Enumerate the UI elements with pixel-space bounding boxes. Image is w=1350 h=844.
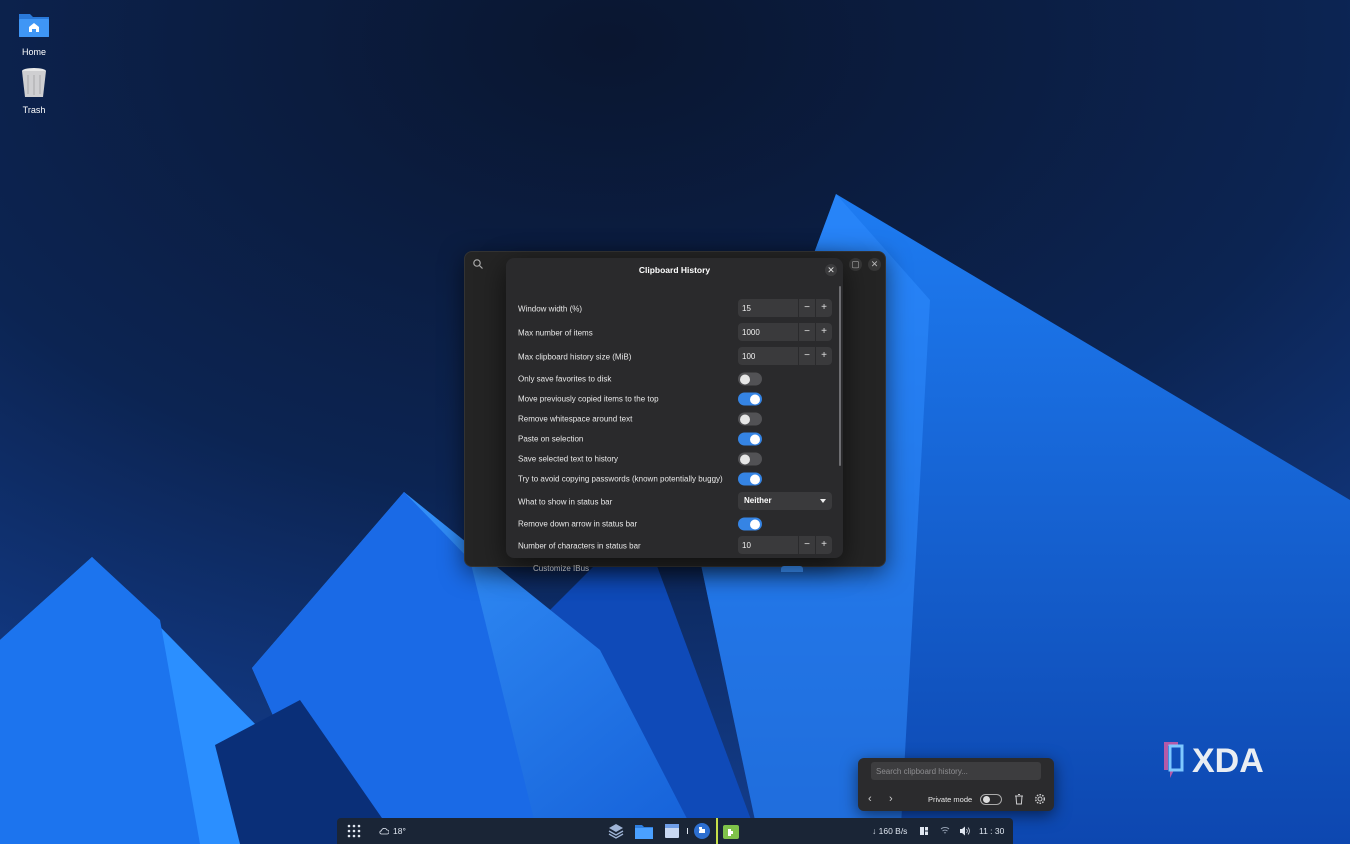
setting-avoid-passwords: Try to avoid copying passwords (known po… [518,469,832,489]
running-indicator [687,828,688,834]
setting-remove-down-arrow: Remove down arrow in status bar [518,514,832,534]
setting-label: Only save favorites to disk [518,374,612,384]
setting-save-selected-text: Save selected text to history [518,449,832,469]
setting-label: Max clipboard history size (MiB) [518,352,632,362]
spin-value[interactable]: 10 [738,541,798,550]
desktop-icon-label: Trash [22,105,46,115]
maximize-icon[interactable]: ▢ [849,258,862,271]
chevron-down-icon [820,499,826,503]
weather-temperature: 18° [393,826,406,836]
search-icon[interactable] [472,258,484,270]
spin-value[interactable]: 15 [738,304,798,313]
increment-button[interactable]: + [815,536,832,554]
folder-home-icon [19,14,49,37]
setting-label: Number of characters in status bar [518,541,641,551]
window-width-spinbutton[interactable]: 15 − + [738,299,832,317]
setting-max-items: Max number of items 1000 − + [518,323,832,343]
status-bar-display-dropdown[interactable]: Neither [738,492,832,510]
setting-max-history-size: Max clipboard history size (MiB) 100 − + [518,347,832,367]
xda-watermark-logo: XDA [1164,742,1264,780]
setting-label: Move previously copied items to the top [518,394,659,404]
max-history-size-spinbutton[interactable]: 100 − + [738,347,832,365]
private-mode-toggle[interactable] [980,794,1002,805]
dropdown-value: Neither [744,496,772,505]
wifi-icon[interactable] [940,818,950,844]
network-speed-indicator[interactable]: ↓ 160 B/s [872,818,907,844]
setting-label: Remove whitespace around text [518,414,633,424]
increment-button[interactable]: + [815,323,832,341]
increment-button[interactable]: + [815,299,832,317]
extensions-app-icon[interactable] [693,822,711,840]
customize-ibus-toggle[interactable] [781,566,803,572]
setting-move-to-top: Move previously copied items to the top [518,389,832,409]
cloud-icon [379,828,389,835]
setting-label: What to show in status bar [518,497,613,507]
setting-remove-whitespace: Remove whitespace around text [518,409,832,429]
setting-label: Paste on selection [518,434,584,444]
extension-manager-app-icon[interactable] [722,822,740,840]
app-grid-icon[interactable] [347,818,361,844]
dialog-title: Clipboard History [638,265,711,275]
setting-status-bar-display: What to show in status bar Neither [518,492,832,512]
setting-label: Save selected text to history [518,454,619,464]
decrement-button[interactable]: − [798,323,815,341]
move-to-top-toggle[interactable] [738,392,762,406]
private-mode-label: Private mode [928,795,973,804]
decrement-button[interactable]: − [798,299,815,317]
setting-label: Remove down arrow in status bar [518,519,638,529]
only-save-favorites-toggle[interactable] [738,372,762,386]
setting-label: Try to avoid copying passwords (known po… [518,474,723,484]
clipboard-search-input[interactable] [871,762,1041,780]
clipboard-history-preferences-dialog: Clipboard History ✕ Window width (%) 15 … [506,258,843,558]
workspace-layout-icon[interactable] [919,818,929,844]
files-app-icon[interactable] [634,822,654,840]
avoid-passwords-toggle[interactable] [738,472,762,486]
desktop-icon-home[interactable]: Home [1,8,67,57]
setting-paste-on-selection: Paste on selection [518,429,832,449]
decrement-button[interactable]: − [798,536,815,554]
desktop-icon-trash[interactable]: Trash [1,66,67,115]
remove-down-arrow-toggle[interactable] [738,517,762,531]
chevron-left-icon[interactable]: ‹ [868,793,872,805]
layers-app-icon[interactable] [607,822,625,840]
close-icon[interactable]: ✕ [868,258,881,271]
xda-watermark-text: XDA [1192,742,1264,780]
close-icon[interactable]: ✕ [825,264,837,276]
spin-value[interactable]: 1000 [738,328,798,337]
trash-icon [22,68,46,97]
increment-button[interactable]: + [815,347,832,365]
setting-label: Max number of items [518,328,593,338]
max-items-spinbutton[interactable]: 1000 − + [738,323,832,341]
setting-only-save-favorites: Only save favorites to disk [518,369,832,389]
scrollbar[interactable] [839,286,841,466]
status-bar-characters-spinbutton[interactable]: 10 − + [738,536,832,554]
setting-label: Window width (%) [518,304,583,314]
volume-icon[interactable] [959,818,970,844]
remove-whitespace-toggle[interactable] [738,412,762,426]
taskbar: 18° ↓ 160 B/s 11 : 30 [337,818,1013,844]
setting-window-width: Window width (%) 15 − + [518,299,832,319]
setting-status-bar-characters: Number of characters in status bar 10 − … [518,536,832,556]
gear-icon[interactable] [1034,793,1046,805]
text-editor-app-icon[interactable] [663,822,681,840]
active-app-indicator [716,818,718,844]
weather-indicator[interactable]: 18° [379,818,406,844]
clock[interactable]: 11 : 30 [979,818,1004,844]
trash-icon[interactable] [1013,793,1025,805]
chevron-right-icon[interactable]: › [889,793,893,805]
desktop-icon-label: Home [21,47,46,57]
paste-on-selection-toggle[interactable] [738,432,762,446]
clipboard-history-popup: ‹ › Private mode [858,758,1054,811]
spin-value[interactable]: 100 [738,352,798,361]
decrement-button[interactable]: − [798,347,815,365]
customize-ibus-label: Customize IBus [533,564,590,573]
save-selected-text-toggle[interactable] [738,452,762,466]
